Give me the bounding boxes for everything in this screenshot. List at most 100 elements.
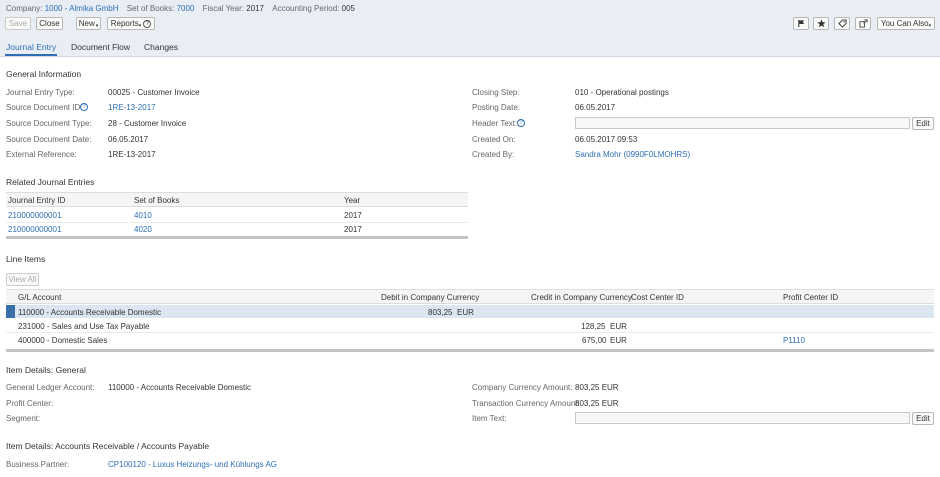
related-set-of-books-link[interactable]: 4020 xyxy=(134,225,152,234)
journal-entry-type-value: 00025 - Customer Invoice xyxy=(108,88,200,97)
field-label: Business Partner: xyxy=(6,460,70,469)
source-document-id-link[interactable]: 1RE-13-2017 xyxy=(108,103,156,112)
edit-button-label: Edit xyxy=(916,119,930,128)
field-label: Header Text: xyxy=(472,119,518,128)
tag-button[interactable] xyxy=(834,17,850,30)
reports-button[interactable]: Reports ▾? xyxy=(107,17,155,30)
source-document-date-value: 06.05.2017 xyxy=(108,135,149,144)
gl-account-cell: 231000 - Sales and Use Tax Payable xyxy=(18,322,150,331)
related-set-of-books-link[interactable]: 4010 xyxy=(134,211,152,220)
created-by-link[interactable]: Sandra Mohr (0990F0LMOHRS) xyxy=(575,150,690,159)
view-all-label: View All xyxy=(8,275,37,284)
closing-step-value: 010 - Operational postings xyxy=(575,88,669,97)
you-can-also-button[interactable]: You Can Also ▾ xyxy=(877,17,935,30)
you-can-also-label: You Can Also xyxy=(880,19,929,28)
item-text-edit-button[interactable]: Edit xyxy=(912,412,934,425)
credit-amount-cell: 128,25 xyxy=(581,322,606,331)
business-partner-link[interactable]: CP100120 - Luxus Heizungs- und Kühlungs … xyxy=(108,460,277,469)
help-icon: ? xyxy=(143,19,152,28)
line-items-col-header: Cost Center ID xyxy=(631,293,684,302)
close-button-label: Close xyxy=(39,19,60,28)
section-title-line-items: Line Items xyxy=(6,254,46,264)
field-label: Item Text: xyxy=(472,414,507,423)
section-title-item-general: Item Details: General xyxy=(6,365,86,375)
field-label: Created On: xyxy=(472,135,516,144)
gl-account-cell: 400000 - Domestic Sales xyxy=(18,336,108,345)
related-journal-entry-link[interactable]: 210000000001 xyxy=(8,225,61,234)
dropdown-indicator-icon: ▾ xyxy=(95,22,99,29)
related-col-header: Year xyxy=(344,196,361,205)
transaction-currency-amount-value: 803,25 EUR xyxy=(575,399,619,408)
header-context: Company: 1000 - Almika GmbH Set of Books… xyxy=(6,4,355,13)
company-link[interactable]: 1000 - Almika GmbH xyxy=(45,4,119,13)
books-link[interactable]: 7000 xyxy=(177,4,195,13)
flag-button[interactable] xyxy=(793,17,809,30)
close-button[interactable]: Close xyxy=(36,17,63,30)
related-table-scrollbar[interactable] xyxy=(6,236,468,239)
share-icon xyxy=(858,19,868,28)
new-button[interactable]: New ▾ xyxy=(76,17,101,30)
field-label: Created By: xyxy=(472,150,515,159)
field-label: Profit Center: xyxy=(6,399,54,408)
line-items-col-header: Profit Center ID xyxy=(783,293,839,302)
save-button-label: Save xyxy=(8,19,28,28)
debit-currency-cell: EUR xyxy=(457,308,474,317)
save-button[interactable]: Save xyxy=(5,17,31,30)
line-items-scrollbar[interactable] xyxy=(6,349,934,352)
related-col-header: Journal Entry ID xyxy=(8,196,66,205)
field-label: Posting Date: xyxy=(472,103,521,112)
reports-button-label: Reports xyxy=(110,19,139,28)
header-text-help-icon[interactable]: ? xyxy=(517,119,525,127)
fiscal-label: Fiscal Year: xyxy=(202,4,244,13)
fiscal-value: 2017 xyxy=(246,4,264,13)
field-label: Journal Entry Type: xyxy=(6,88,75,97)
company-label: Company: xyxy=(6,4,43,13)
field-label: Source Document Type: xyxy=(6,119,92,128)
field-label: Transaction Currency Amount: xyxy=(472,399,580,408)
tag-icon xyxy=(837,19,847,28)
credit-amount-cell: 675,00 xyxy=(582,336,607,345)
flag-icon xyxy=(797,19,804,28)
line-items-col-header: G/L Account xyxy=(18,293,62,302)
favorite-button[interactable] xyxy=(813,17,829,30)
books-label: Set of Books: xyxy=(126,4,175,13)
field-label: General Ledger Account: xyxy=(6,383,95,392)
source-document-type-value: 28 - Customer Invoice xyxy=(108,119,187,128)
tab-changes[interactable]: Changes xyxy=(144,42,178,52)
gl-account-cell: 110000 - Accounts Receivable Domestic xyxy=(18,308,162,317)
debit-amount-cell: 803,25 xyxy=(428,308,453,317)
section-title-related: Related Journal Entries xyxy=(6,177,95,187)
field-label: Source Document Date: xyxy=(6,135,92,144)
period-value: 005 xyxy=(341,4,355,13)
header-text-input[interactable] xyxy=(575,117,910,129)
row-selection-marker[interactable] xyxy=(6,305,15,318)
company-currency-amount-value: 803,25 EUR xyxy=(575,383,619,392)
credit-currency-cell: EUR xyxy=(610,336,627,345)
period-label: Accounting Period: xyxy=(272,4,340,13)
item-text-input[interactable] xyxy=(575,412,910,424)
star-icon xyxy=(816,19,826,28)
divider xyxy=(6,222,468,223)
header-text-edit-button[interactable]: Edit xyxy=(912,117,934,130)
tab-active-underline xyxy=(5,54,57,56)
related-journal-entry-link[interactable]: 210000000001 xyxy=(8,211,61,220)
tab-journal-entry[interactable]: Journal Entry xyxy=(6,42,56,52)
external-reference-value: 1RE-13-2017 xyxy=(108,150,156,159)
field-label: Closing Step: xyxy=(472,88,520,97)
new-button-label: New xyxy=(78,19,95,28)
related-year: 2017 xyxy=(344,225,362,234)
view-all-button[interactable]: View All xyxy=(6,273,39,286)
posting-date-value: 06.05.2017 xyxy=(575,103,616,112)
field-label: Segment: xyxy=(6,414,41,423)
dropdown-indicator-icon: ▾ xyxy=(928,22,932,29)
related-col-header: Set of Books xyxy=(134,196,180,205)
source-doc-help-icon[interactable]: ? xyxy=(80,103,88,111)
profit-center-link[interactable]: P1110 xyxy=(783,336,805,345)
tab-document-flow[interactable]: Document Flow xyxy=(71,42,130,52)
section-title-general: General Information xyxy=(6,69,82,79)
line-items-col-header: Credit in Company Currency xyxy=(531,293,632,302)
created-on-value: 06.05.2017 09:53 xyxy=(575,135,638,144)
field-label: Company Currency Amount: xyxy=(472,383,573,392)
share-button[interactable] xyxy=(855,17,871,30)
dropdown-indicator-icon: ▾ xyxy=(138,22,142,29)
